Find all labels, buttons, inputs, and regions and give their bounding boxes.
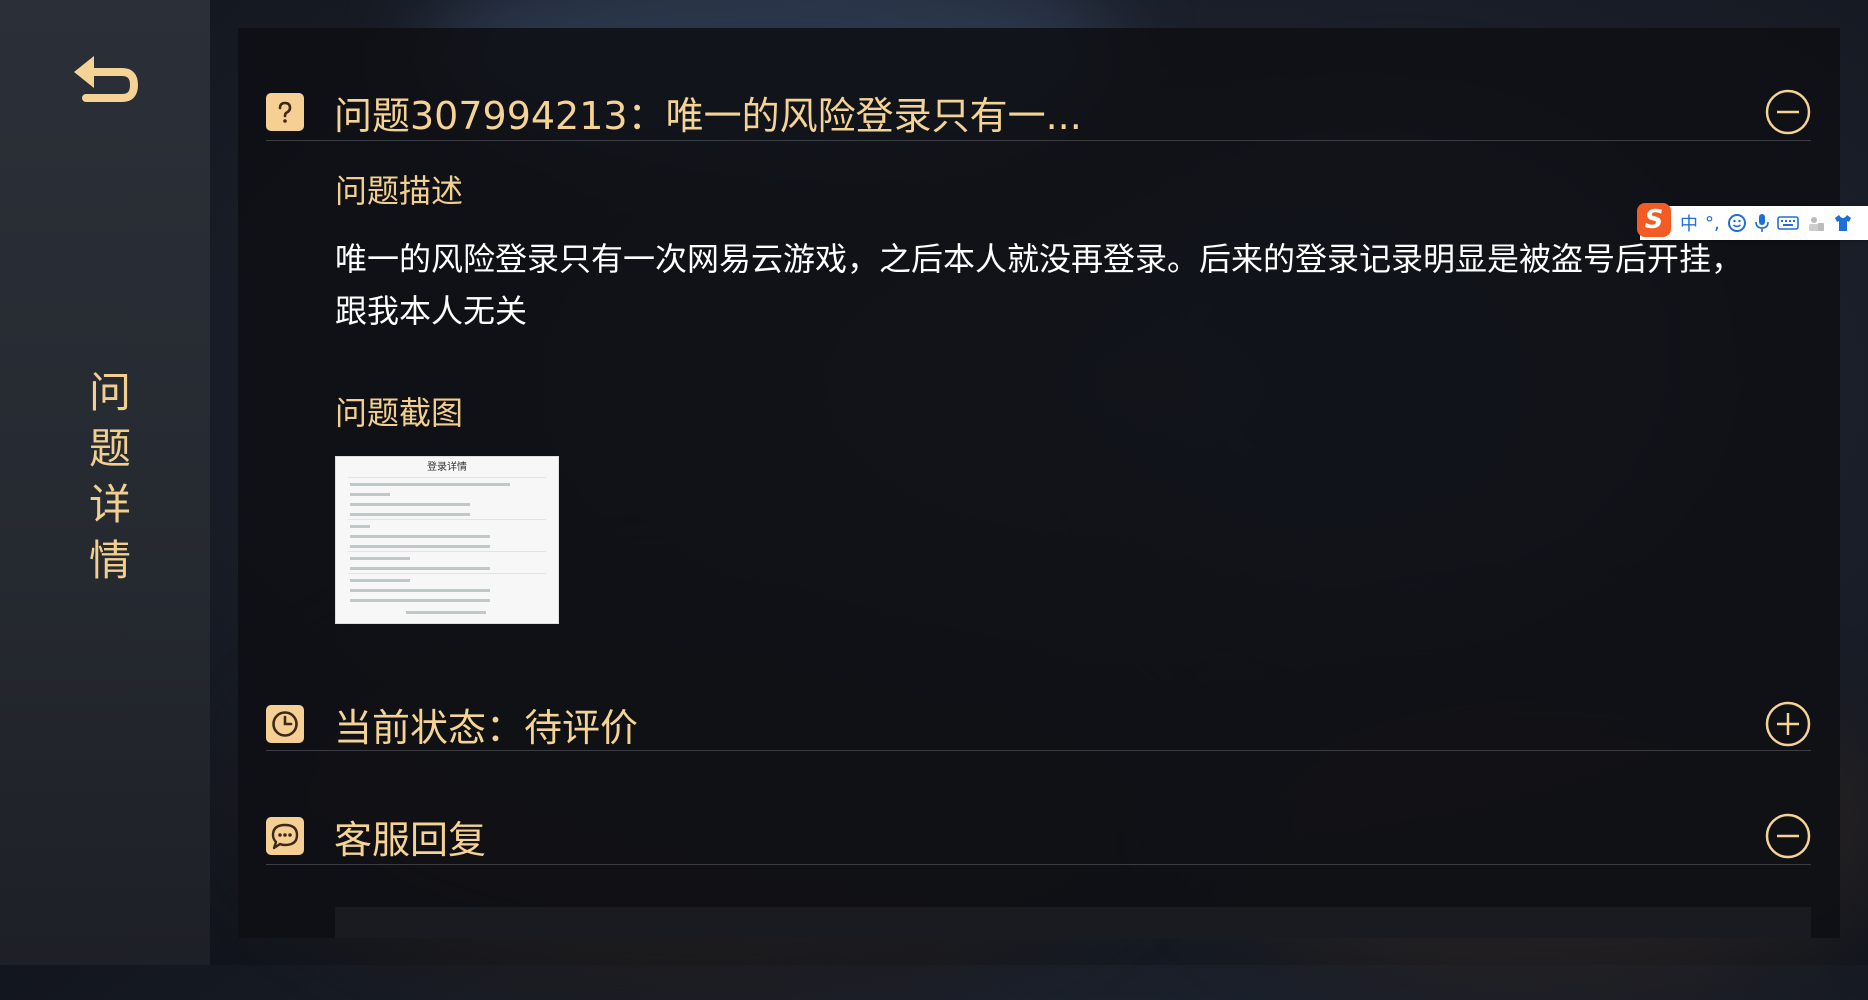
emoji-icon[interactable] [1727,213,1747,233]
chat-bubble-icon [266,817,304,855]
ime-toolbar: 中 °, [1640,206,1868,240]
collapse-question-button[interactable] [1765,89,1811,135]
expand-status-button[interactable] [1765,701,1811,747]
reply-content-box [335,907,1811,938]
minus-circle-icon [1765,89,1811,135]
clock-icon [266,705,304,743]
collapse-reply-button[interactable] [1765,813,1811,859]
screenshot-title: 登录详情 [427,462,467,473]
question-title: 问题307994213：唯一的风险登录只有一... [334,93,1082,138]
keyboard-icon[interactable] [1776,215,1799,231]
divider [266,750,1811,751]
reply-section-header[interactable]: 客服回复 [266,780,1811,892]
detail-panel: 问题307994213：唯一的风险登录只有一... 问题描述 唯一的风险登录只有… [238,28,1840,938]
ime-mode-toggle[interactable]: 中 [1680,210,1698,236]
question-screenshot-thumbnail[interactable]: 登录详情 [335,456,559,624]
back-arrow-icon [74,56,138,102]
question-mark-icon [266,93,304,131]
page-title-char: 情 [88,536,131,585]
divider [266,864,1811,865]
ime-punctuation-toggle[interactable]: °, [1705,213,1720,234]
question-section-header[interactable]: 问题307994213：唯一的风险登录只有一... [266,56,1811,168]
page-title-char: 题 [88,424,131,473]
ime-logo[interactable]: S [1637,203,1671,237]
reply-title: 客服回复 [334,817,487,862]
description-label: 问题描述 [335,172,464,210]
divider [266,140,1811,141]
status-title: 当前状态：待评价 [334,705,639,750]
page-title: 问 题 详 情 [80,365,140,589]
skin-shirt-icon[interactable] [1833,213,1853,233]
page-title-char: 问 [88,368,131,417]
status-section-header[interactable]: 当前状态：待评价 [266,668,1811,780]
back-button[interactable] [68,52,144,112]
microphone-icon[interactable] [1754,213,1770,233]
sidebar: 问 题 详 情 [0,0,210,965]
page-title-char: 详 [88,480,131,529]
plus-circle-icon [1765,701,1811,747]
minus-circle-icon [1765,813,1811,859]
screenshot-label: 问题截图 [335,394,464,432]
question-description: 唯一的风险登录只有一次网易云游戏，之后本人就没再登录。后来的登录记录明显是被盗号… [335,240,1744,330]
toolbox-icon[interactable] [1806,213,1826,233]
